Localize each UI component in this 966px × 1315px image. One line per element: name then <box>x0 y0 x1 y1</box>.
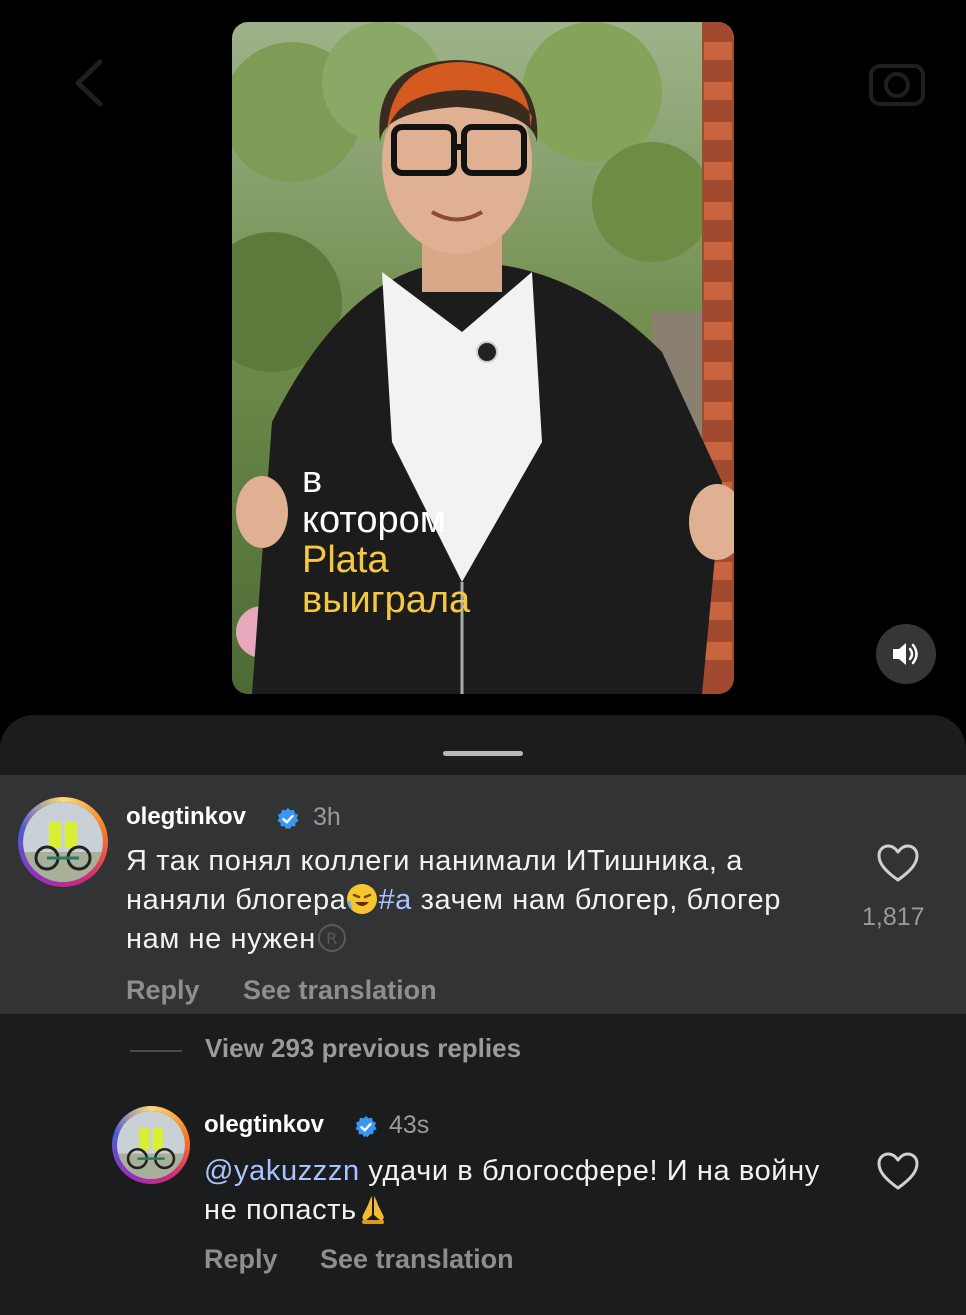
sheet-drag-handle[interactable] <box>443 751 523 756</box>
reply-avatar-image <box>117 1111 185 1179</box>
speaker-icon <box>893 643 918 665</box>
camera-icon[interactable] <box>868 58 926 108</box>
reply-mention[interactable]: @yakuzzzn <box>204 1155 360 1187</box>
comment-username[interactable]: olegtinkov <box>126 803 246 831</box>
caption-line-1: в <box>302 459 323 501</box>
comment-timestamp: 3h <box>313 803 341 831</box>
reply-text: @yakuzzzn удачи в блогосфере! И на войну… <box>204 1152 834 1230</box>
comment-text: Я так понял коллеги нанимали ИТишника, а… <box>126 842 826 959</box>
reply-reply-button[interactable]: Reply <box>204 1244 278 1275</box>
comment-hashtag[interactable]: #а <box>378 884 411 916</box>
reply-heart-icon[interactable] <box>876 1151 920 1191</box>
caption-line-2: котором <box>302 499 446 541</box>
heart-icon[interactable] <box>876 843 920 883</box>
video-caption: в котором Plata выиграла <box>302 460 470 620</box>
comments-sheet: olegtinkov 3h Я так понял коллеги нанима… <box>0 715 966 1315</box>
reply-avatar[interactable] <box>112 1106 190 1184</box>
folded-hands-emoji-icon <box>361 1196 384 1224</box>
caption-line-3: Plata <box>302 539 389 581</box>
svg-text:R: R <box>326 929 338 948</box>
comment-see-translation-button[interactable]: See translation <box>243 975 437 1006</box>
avatar[interactable] <box>18 797 108 887</box>
reply-verified-badge-icon <box>355 1116 377 1138</box>
video-player[interactable]: в котором Plata выиграла <box>232 22 734 694</box>
sound-toggle-button[interactable] <box>876 624 936 684</box>
view-previous-replies-button[interactable]: View 293 previous replies <box>205 1033 521 1064</box>
caption-line-4: выиграла <box>302 579 471 621</box>
verified-badge-icon <box>277 808 299 830</box>
replies-divider-line <box>130 1050 182 1052</box>
reply-see-translation-button[interactable]: See translation <box>320 1244 514 1275</box>
reply-timestamp: 43s <box>389 1111 430 1139</box>
back-icon[interactable] <box>68 58 108 108</box>
reply-username[interactable]: olegtinkov <box>204 1111 324 1139</box>
avatar-image <box>23 802 103 882</box>
registered-emoji-icon: R <box>317 924 346 952</box>
comment-reply-button[interactable]: Reply <box>126 975 200 1006</box>
rofl-emoji-icon <box>347 884 378 914</box>
comment-like-count: 1,817 <box>862 903 925 931</box>
